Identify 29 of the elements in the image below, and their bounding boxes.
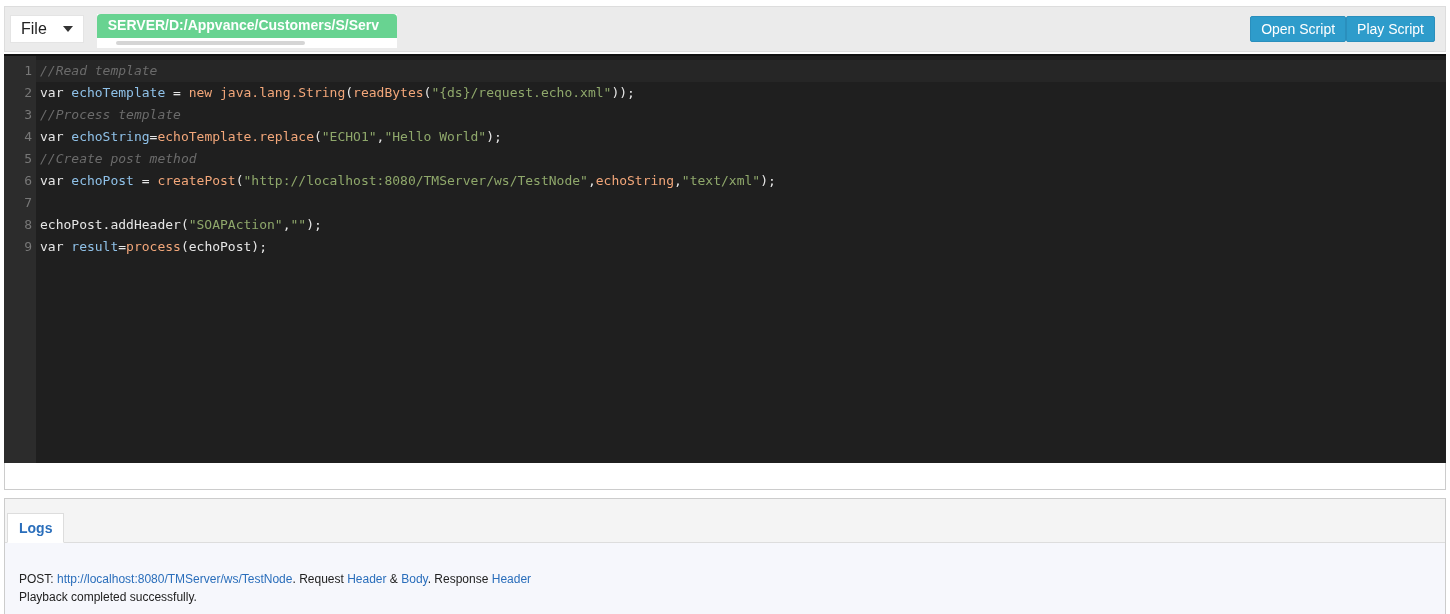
- code-line: var echoPost = createPost("http://localhost:8080/TMServer/ws/TestNode",echoString,"text/xml");: [40, 173, 776, 188]
- line-number: 3: [23, 106, 33, 124]
- code-line: var echoTemplate = new java.lang.String(readBytes("{ds}/request.echo.xml"));: [40, 85, 635, 100]
- script-button[interactable]: Open Script: [1250, 16, 1347, 42]
- code-line: //Process template: [40, 107, 181, 122]
- line-number: 7: [23, 194, 33, 212]
- code-line: //Create post method: [40, 151, 197, 166]
- log-message: POST: http://localhost:8080/TMServer/ws/TestNode. Request Header & Body. Response Header: [19, 571, 533, 588]
- line-number: 9: [23, 238, 33, 256]
- code-line: var result=process(echoPost);: [40, 239, 267, 254]
- line-number: 6: [23, 172, 33, 190]
- script-button[interactable]: Play Script: [1346, 16, 1435, 42]
- log-link[interactable]: Header: [491, 572, 532, 586]
- log-link[interactable]: Header: [347, 572, 387, 586]
- log-link[interactable]: Body: [401, 572, 428, 586]
- file-menu-button[interactable]: File: [10, 15, 84, 43]
- log-message: Playback completed successfully.: [19, 589, 198, 606]
- code-editor[interactable]: [4, 54, 1446, 463]
- logs-tab[interactable]: Logs: [7, 513, 65, 543]
- line-number: 2: [23, 84, 33, 102]
- code-line: //Read template: [40, 63, 158, 78]
- scrollbar-thumb[interactable]: [115, 41, 305, 45]
- caret-icon: [62, 26, 73, 32]
- code-line: var echoString=echoTemplate.replace("ECHO1","Hello World");: [40, 129, 502, 144]
- line-number: 4: [23, 128, 33, 146]
- line-number: 1: [23, 62, 33, 80]
- line-number: 5: [23, 150, 33, 168]
- line-number: 8: [23, 216, 33, 234]
- code-line: echoPost.addHeader("SOAPAction","");: [40, 217, 322, 232]
